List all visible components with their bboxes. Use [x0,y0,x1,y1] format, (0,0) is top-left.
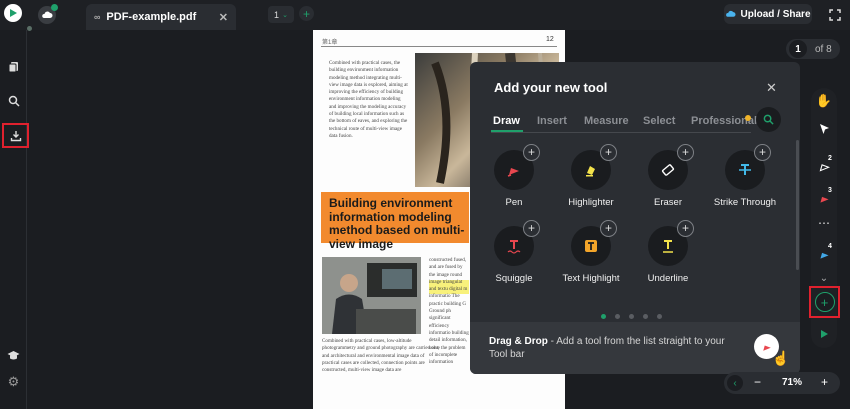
right-column-text: constructed fused, and are fused by the … [429,257,469,366]
tab-title: PDF-example.pdf [106,11,197,23]
underline-icon: + [648,220,694,266]
highlighter-icon: + [571,144,617,190]
document-tab[interactable]: ∞ PDF-example.pdf ✕ [86,4,236,30]
tool-pen-label: Pen [505,197,523,208]
strikethrough-icon: + [725,144,771,190]
zoom-out-button[interactable]: − [754,375,761,389]
drag-drop-hint: Drag & Drop - Add a tool from the list s… [470,322,800,374]
add-strikethrough-icon[interactable]: + [754,144,771,161]
section-heading: Building environment information modelin… [329,196,465,251]
close-tab-icon[interactable]: ✕ [219,11,228,24]
text-highlight-icon: + [571,220,617,266]
chevron-left-icon[interactable]: ‹ [727,375,743,391]
left-sidebar: ⚙ [0,30,29,409]
graduation-cap-icon[interactable] [5,347,22,364]
page-indicator: 1 of 8 [786,39,840,59]
intro-paragraph: Combined with practical cases, the build… [329,60,408,139]
pagination-dot[interactable] [643,314,648,319]
tool-badge-4: 4 [828,243,832,250]
settings-gear-icon[interactable]: ⚙ [5,373,22,390]
tab-measure[interactable]: Measure [584,115,629,127]
tool-underline-label: Underline [647,273,689,284]
chevron-down-icon: ⌄ [282,11,288,19]
modal-scrollbar[interactable] [796,140,799,270]
page-number: 12 [546,36,554,43]
page-select[interactable]: 1 ⌄ [268,6,294,23]
pagination-dot[interactable] [615,314,620,319]
section-heading-banner: Building environment information modelin… [321,192,469,250]
chevron-down-icon[interactable]: ⌄ [816,270,832,286]
close-modal-icon[interactable]: ✕ [766,80,777,96]
zoom-level[interactable]: 71% [782,377,802,388]
tool-eraser[interactable]: + Eraser [633,144,703,208]
add-underline-icon[interactable]: + [677,220,694,237]
header-rule [321,46,557,47]
pages-icon[interactable] [5,58,22,75]
upload-share-button[interactable]: Upload / Share [724,4,812,24]
premium-dot-icon [745,115,751,121]
select-pointer-icon[interactable] [816,121,832,137]
drag-drop-bold: Drag & Drop [489,336,548,347]
tab-draw[interactable]: Draw [493,115,520,127]
add-page-button[interactable]: + [299,6,314,21]
zoom-in-button[interactable]: + [821,375,828,389]
top-bar: ∞ PDF-example.pdf ✕ 1 ⌄ + Upload / Share [0,0,850,31]
squiggle-icon: + [494,220,540,266]
search-icon[interactable] [5,92,22,109]
add-tool-plus-icon: + [814,292,835,312]
page-select-value: 1 [274,9,280,20]
people-photo [322,257,421,334]
add-text-highlight-icon[interactable]: + [600,220,617,237]
tool-text-highlight[interactable]: + Text Highlight [556,220,626,284]
tool-highlighter[interactable]: + Highlighter [556,144,626,208]
tool-squiggle[interactable]: + Squiggle [479,220,549,284]
add-tool-button[interactable]: + [809,286,840,318]
tool-strike-through[interactable]: + Strike Through [710,144,780,208]
zoom-controls: ‹ − 71% + [724,372,840,394]
link-icon: ∞ [94,12,101,22]
upload-share-label: Upload / Share [740,8,811,20]
tool-strike-through-label: Strike Through [713,197,777,208]
sync-check-icon [51,4,58,11]
add-squiggle-icon[interactable]: + [523,220,540,237]
eraser-icon: + [648,144,694,190]
tool-text-highlight-label: Text Highlight [562,273,620,284]
tool-pen[interactable]: + Pen [479,144,549,208]
bottom-paragraph: Combined with practical cases, low-altit… [322,338,440,374]
app-logo-icon[interactable] [4,4,22,22]
download-button[interactable] [2,123,29,148]
tool-underline[interactable]: + Underline [633,220,703,284]
pen-icon: + [494,144,540,190]
download-icon [10,130,21,141]
hand-pan-icon[interactable]: ✋ [816,93,832,109]
search-tools-icon[interactable] [756,107,781,132]
tab-select[interactable]: Select [643,115,675,127]
tab-insert[interactable]: Insert [537,115,567,127]
upload-cloud-icon [726,10,737,17]
tool-badge-2: 2 [828,155,832,162]
pagination-dot-active[interactable] [601,314,606,319]
drag-drop-text: Drag & Drop - Add a tool from the list s… [489,335,739,361]
tool-highlighter-label: Highlighter [568,197,614,208]
add-highlighter-icon[interactable]: + [600,144,617,161]
tabs-divider [491,132,751,133]
tool-eraser-label: Eraser [654,197,682,208]
total-pages: of 8 [815,43,832,55]
tool-badge-3: 3 [828,187,832,194]
modal-title: Add your new tool [494,80,608,95]
more-dots-icon[interactable]: ⋯ [816,215,832,231]
fullscreen-icon[interactable] [829,8,841,21]
cloud-small-icon [27,26,32,31]
add-eraser-icon[interactable]: + [677,144,694,161]
page-header-left: 第1章 [322,40,338,46]
pagination-dot[interactable] [629,314,634,319]
pagination-dot[interactable] [657,314,662,319]
app-mini-icon[interactable] [816,326,832,342]
cloud-sync-icon[interactable] [38,4,58,24]
tool-squiggle-label: Squiggle [495,273,533,284]
current-page[interactable]: 1 [789,40,807,58]
hand-cursor-icon: ☝ [772,350,790,366]
add-pen-icon[interactable]: + [523,144,540,161]
